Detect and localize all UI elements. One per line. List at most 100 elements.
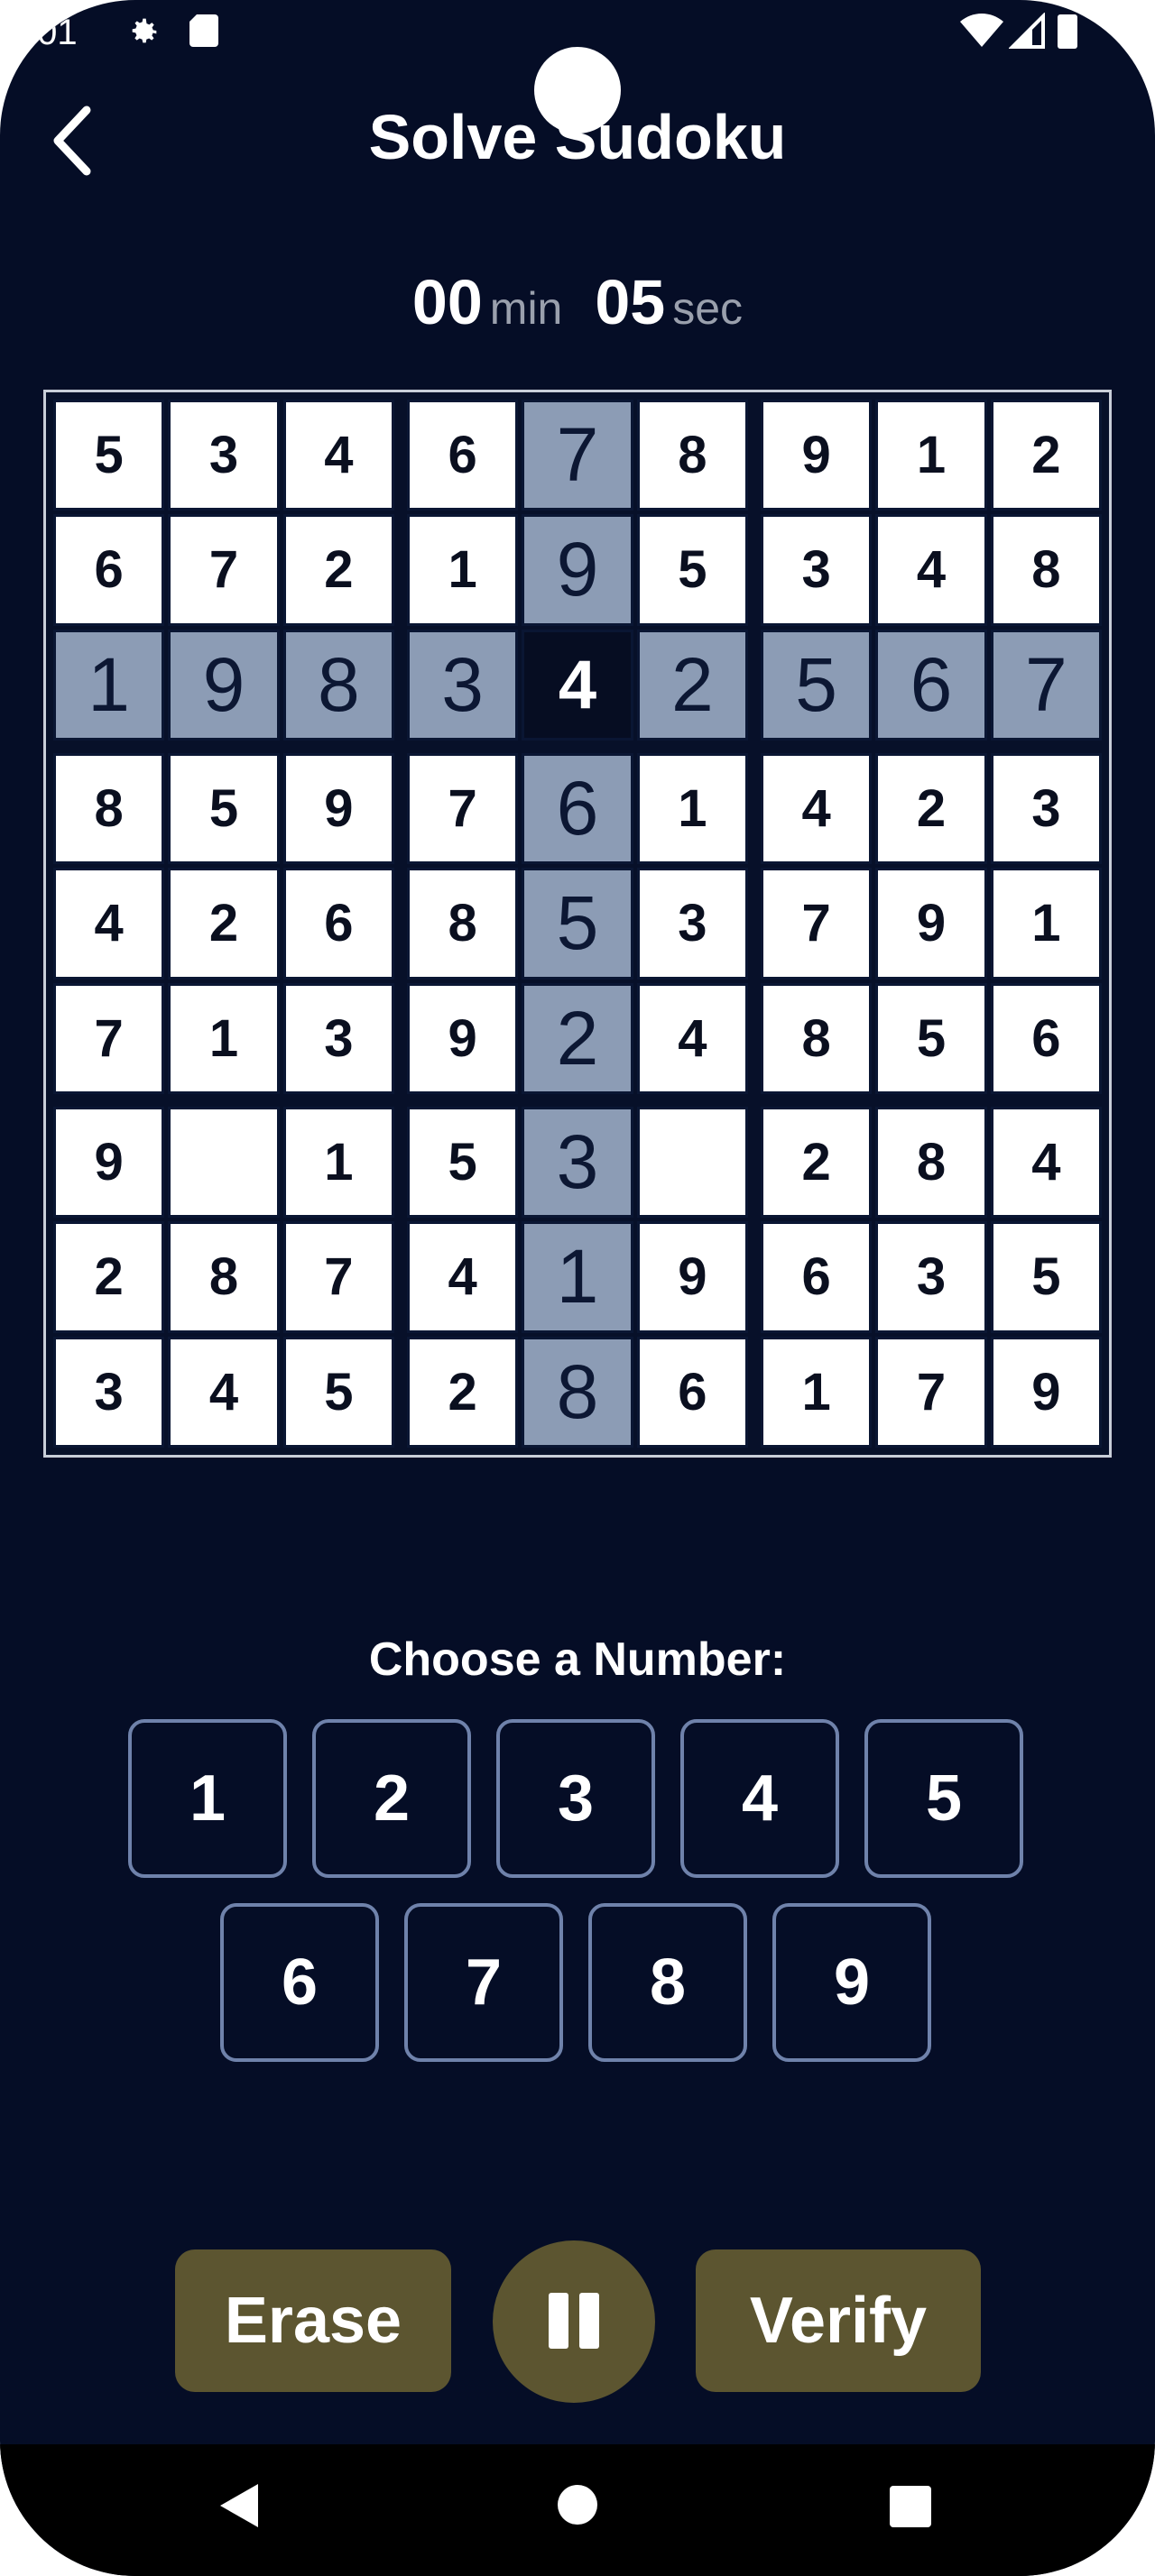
sudoku-cell[interactable]: 4 bbox=[168, 1336, 280, 1448]
sudoku-cell[interactable]: 9 bbox=[761, 400, 873, 511]
sudoku-cell[interactable]: 7 bbox=[53, 982, 165, 1094]
sudoku-cell[interactable]: 3 bbox=[875, 1221, 987, 1333]
number-button-7[interactable]: 7 bbox=[404, 1903, 563, 2062]
sudoku-cell[interactable]: 2 bbox=[53, 1221, 165, 1333]
sudoku-cell[interactable]: 9 bbox=[53, 1107, 165, 1219]
sudoku-cell[interactable]: 5 bbox=[522, 868, 633, 980]
sudoku-cell[interactable]: 9 bbox=[990, 1336, 1102, 1448]
sudoku-cell[interactable]: 6 bbox=[636, 1336, 748, 1448]
number-button-1[interactable]: 1 bbox=[128, 1719, 287, 1878]
sudoku-cell[interactable]: 2 bbox=[990, 400, 1102, 511]
sudoku-cell[interactable]: 7 bbox=[407, 753, 519, 865]
sudoku-cell[interactable]: 1 bbox=[875, 400, 987, 511]
number-button-9[interactable]: 9 bbox=[772, 1903, 931, 2062]
sudoku-cell[interactable]: 3 bbox=[282, 982, 394, 1094]
sudoku-cell[interactable]: 9 bbox=[875, 868, 987, 980]
sudoku-cell[interactable]: 3 bbox=[990, 753, 1102, 865]
sudoku-cell[interactable]: 5 bbox=[407, 1107, 519, 1219]
sudoku-cell[interactable]: 8 bbox=[522, 1336, 633, 1448]
sudoku-cell[interactable]: 1 bbox=[761, 1336, 873, 1448]
sudoku-cell[interactable]: 6 bbox=[522, 753, 633, 865]
sudoku-cell[interactable]: 3 bbox=[168, 400, 280, 511]
sudoku-cell[interactable]: 8 bbox=[282, 629, 394, 741]
sudoku-cell[interactable]: 3 bbox=[761, 514, 873, 626]
sudoku-cell[interactable]: 4 bbox=[636, 982, 748, 1094]
sudoku-cell[interactable]: 8 bbox=[53, 753, 165, 865]
phone-screen: :01 Solve Sudoku 00 min 05 sec 534678912672… bbox=[0, 0, 1155, 2576]
wifi-icon bbox=[960, 13, 1003, 53]
sudoku-cell[interactable]: 5 bbox=[282, 1336, 394, 1448]
sudoku-cell[interactable]: 8 bbox=[168, 1221, 280, 1333]
sudoku-cell[interactable]: 5 bbox=[875, 982, 987, 1094]
sudoku-cell[interactable]: 6 bbox=[875, 629, 987, 741]
sudoku-cell[interactable]: 8 bbox=[875, 1107, 987, 1219]
sudoku-cell[interactable]: 9 bbox=[407, 982, 519, 1094]
number-button-5[interactable]: 5 bbox=[864, 1719, 1023, 1878]
sudoku-cell[interactable] bbox=[636, 1107, 748, 1219]
sudoku-cell[interactable]: 4 bbox=[875, 514, 987, 626]
sudoku-cell[interactable]: 7 bbox=[282, 1221, 394, 1333]
sudoku-cell[interactable]: 6 bbox=[990, 982, 1102, 1094]
sudoku-cell[interactable]: 8 bbox=[761, 982, 873, 1094]
sudoku-cell[interactable]: 8 bbox=[990, 514, 1102, 626]
sudoku-cell[interactable]: 6 bbox=[761, 1221, 873, 1333]
sudoku-cell[interactable]: 7 bbox=[990, 629, 1102, 741]
nav-home-icon[interactable] bbox=[557, 2484, 598, 2530]
number-button-3[interactable]: 3 bbox=[496, 1719, 655, 1878]
sudoku-cell[interactable]: 8 bbox=[407, 868, 519, 980]
sudoku-cell[interactable]: 7 bbox=[761, 868, 873, 980]
sudoku-cell[interactable]: 2 bbox=[761, 1107, 873, 1219]
sudoku-cell[interactable]: 2 bbox=[636, 629, 748, 741]
sudoku-cell[interactable]: 5 bbox=[990, 1221, 1102, 1333]
pause-button[interactable] bbox=[493, 2240, 655, 2403]
sudoku-cell[interactable]: 4 bbox=[282, 400, 394, 511]
sudoku-cell[interactable]: 5 bbox=[53, 400, 165, 511]
sudoku-cell[interactable]: 5 bbox=[636, 514, 748, 626]
sudoku-cell[interactable]: 5 bbox=[168, 753, 280, 865]
sudoku-cell[interactable]: 7 bbox=[875, 1336, 987, 1448]
navigation-bar bbox=[0, 2444, 1155, 2576]
sudoku-cell[interactable] bbox=[168, 1107, 280, 1219]
sudoku-cell[interactable]: 9 bbox=[636, 1221, 748, 1333]
sudoku-cell[interactable]: 2 bbox=[407, 1336, 519, 1448]
number-button-4[interactable]: 4 bbox=[680, 1719, 839, 1878]
number-button-8[interactable]: 8 bbox=[588, 1903, 747, 2062]
sudoku-cell[interactable]: 4 bbox=[53, 868, 165, 980]
sudoku-cell[interactable]: 4 bbox=[407, 1221, 519, 1333]
sudoku-cell[interactable]: 4 bbox=[990, 1107, 1102, 1219]
sudoku-cell[interactable]: 3 bbox=[522, 1107, 633, 1219]
sudoku-cell[interactable]: 6 bbox=[53, 514, 165, 626]
battery-icon bbox=[1058, 13, 1077, 53]
nav-back-icon[interactable] bbox=[217, 2480, 262, 2535]
sudoku-cell[interactable]: 7 bbox=[522, 400, 633, 511]
sudoku-cell[interactable]: 5 bbox=[761, 629, 873, 741]
sudoku-cell[interactable]: 1 bbox=[53, 629, 165, 741]
nav-recents-icon[interactable] bbox=[890, 2486, 931, 2532]
sudoku-cell[interactable]: 2 bbox=[168, 868, 280, 980]
sudoku-cell[interactable]: 1 bbox=[282, 1107, 394, 1219]
sudoku-cell[interactable]: 3 bbox=[636, 868, 748, 980]
sudoku-cell[interactable]: 1 bbox=[990, 868, 1102, 980]
sudoku-cell[interactable]: 4 bbox=[522, 629, 633, 741]
sudoku-cell[interactable]: 1 bbox=[407, 514, 519, 626]
sudoku-cell[interactable]: 7 bbox=[168, 514, 280, 626]
sudoku-cell[interactable]: 6 bbox=[407, 400, 519, 511]
sudoku-cell[interactable]: 8 bbox=[636, 400, 748, 511]
sudoku-cell[interactable]: 9 bbox=[522, 514, 633, 626]
sudoku-cell[interactable]: 4 bbox=[761, 753, 873, 865]
sudoku-cell[interactable]: 6 bbox=[282, 868, 394, 980]
sudoku-cell[interactable]: 3 bbox=[53, 1336, 165, 1448]
sudoku-cell[interactable]: 1 bbox=[168, 982, 280, 1094]
sudoku-cell[interactable]: 3 bbox=[407, 629, 519, 741]
number-button-2[interactable]: 2 bbox=[312, 1719, 471, 1878]
sudoku-cell[interactable]: 1 bbox=[636, 753, 748, 865]
sudoku-cell[interactable]: 9 bbox=[282, 753, 394, 865]
sudoku-cell[interactable]: 2 bbox=[875, 753, 987, 865]
sudoku-cell[interactable]: 9 bbox=[168, 629, 280, 741]
sudoku-cell[interactable]: 2 bbox=[522, 982, 633, 1094]
sudoku-cell[interactable]: 1 bbox=[522, 1221, 633, 1333]
erase-button[interactable]: Erase bbox=[175, 2249, 451, 2392]
verify-button[interactable]: Verify bbox=[696, 2249, 981, 2392]
sudoku-cell[interactable]: 2 bbox=[282, 514, 394, 626]
number-button-6[interactable]: 6 bbox=[220, 1903, 379, 2062]
